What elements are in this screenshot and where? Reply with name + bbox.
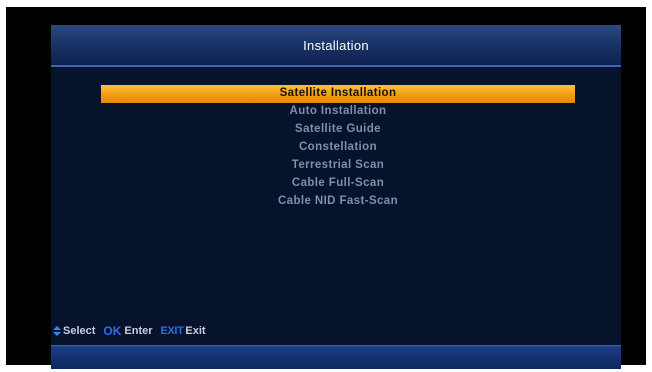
page-title: Installation <box>303 37 369 53</box>
select-hint-label: Select <box>63 325 96 337</box>
up-down-arrows-icon <box>53 326 61 336</box>
menu-item-auto-installation[interactable]: Auto Installation <box>101 103 575 121</box>
menu-item-satellite-installation[interactable]: Satellite Installation <box>101 85 575 103</box>
tv-screen: Installation Satellite Installation Auto… <box>6 7 646 369</box>
menu-item-satellite-guide[interactable]: Satellite Guide <box>101 121 575 139</box>
menu-item-constellation[interactable]: Constellation <box>101 139 575 157</box>
header-bar: Installation <box>51 25 621 67</box>
ok-key-label: OK <box>103 324 122 338</box>
exit-hint-label: Exit <box>185 325 206 337</box>
menu-item-cable-nid-fast-scan[interactable]: Cable NID Fast-Scan <box>101 193 575 211</box>
exit-key-label: EXIT <box>160 325 184 337</box>
enter-hint-label: Enter <box>124 325 153 337</box>
installation-menu: Satellite Installation Auto Installation… <box>101 85 575 211</box>
key-hint-bar: Select OK Enter EXIT Exit <box>51 323 621 339</box>
menu-item-terrestrial-scan[interactable]: Terrestrial Scan <box>101 157 575 175</box>
installation-panel: Installation Satellite Installation Auto… <box>51 25 621 369</box>
menu-item-cable-full-scan[interactable]: Cable Full-Scan <box>101 175 575 193</box>
bottom-bar <box>51 345 621 369</box>
